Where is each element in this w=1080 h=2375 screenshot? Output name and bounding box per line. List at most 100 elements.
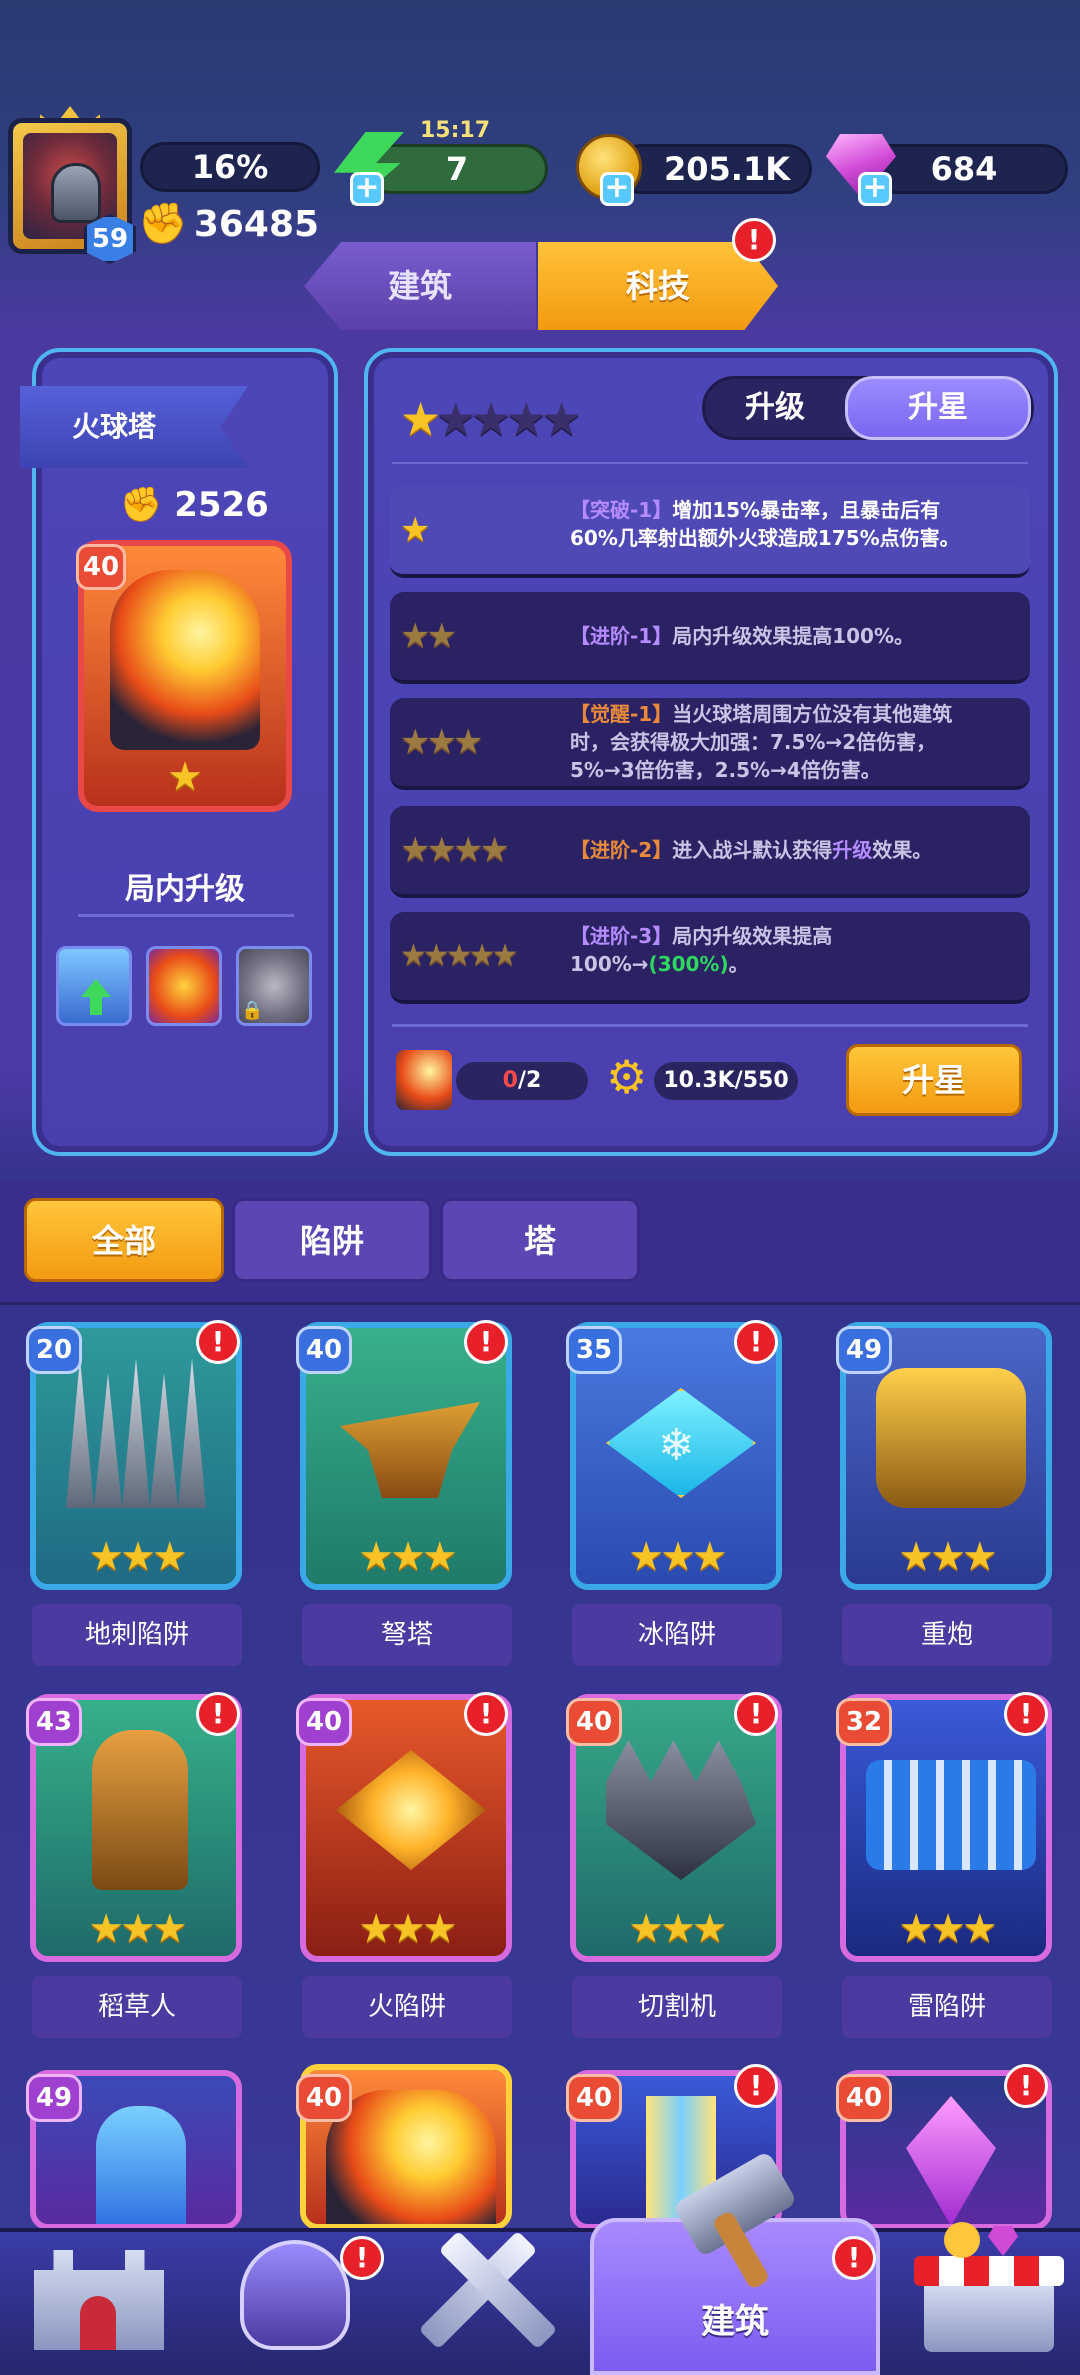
building-alert-badge: ! <box>734 1320 778 1364</box>
subtitle-divider <box>78 914 294 917</box>
building-alert-badge: ! <box>734 1692 778 1736</box>
filter-all[interactable]: 全部 <box>24 1198 224 1282</box>
nav-build-label: 建筑 <box>701 2302 769 2342</box>
ability-stars: ★★★ <box>400 722 483 762</box>
gem-value: 684 <box>930 150 998 188</box>
card-stars: ★★★ <box>628 1534 728 1580</box>
ability-stars: ★★★★ <box>400 830 510 870</box>
snowflake-icon: ❄ <box>658 1420 695 1471</box>
cannon-art <box>876 1368 1026 1508</box>
lock-icon: 🔒 <box>241 1000 264 1021</box>
fist-icon: ✊ <box>120 485 163 525</box>
shop-gem-icon <box>988 2226 1018 2256</box>
building-name: 稻草人 <box>32 1976 242 2038</box>
card-star-icon: ★ <box>167 754 203 800</box>
building-name: 火陷阱 <box>302 1976 512 2038</box>
tower-upgrade-icon[interactable] <box>56 946 132 1026</box>
building-alert-badge: ! <box>196 1320 240 1364</box>
nav-heroes[interactable] <box>220 2210 370 2360</box>
panel-divider <box>392 462 1028 464</box>
building-level-badge: 35 <box>566 1326 622 1374</box>
gear-icon: ⚙ <box>606 1050 648 1104</box>
energy-value: 7 <box>445 150 469 188</box>
card-stars: ★★★ <box>898 1906 998 1952</box>
upgrade-mode-toggle: 升级 升星 <box>702 376 1034 440</box>
building-level-badge: 40 <box>566 2074 622 2122</box>
thunder-trap-art <box>866 1760 1036 1870</box>
in-game-upgrade-title: 局内升级 <box>125 872 245 907</box>
ability-row: ★★★★★ 【进阶-3】局内升级效果提高 100%→(300%)。 <box>390 912 1030 1004</box>
filter-towers[interactable]: 塔 <box>440 1198 640 1282</box>
building-level-badge: 40 <box>76 544 126 590</box>
ability-stars: ★★ <box>400 616 457 656</box>
power-display: ✊ 36485 <box>138 200 319 248</box>
building-alert-badge: ! <box>464 1692 508 1736</box>
star-up-button[interactable]: 升星 <box>846 1044 1022 1116</box>
building-alert-badge: ! <box>734 2064 778 2108</box>
build-alert-badge: ! <box>832 2236 876 2280</box>
building-level-badge: 40 <box>296 2074 352 2122</box>
building-level-badge: 40 <box>296 1326 352 1374</box>
building-alert-badge: ! <box>464 1320 508 1364</box>
building-name: 雷陷阱 <box>842 1976 1052 2038</box>
card-stars: ★★★ <box>358 1906 458 1952</box>
shop-awning <box>914 2256 1064 2286</box>
card-stars: ★★★ <box>358 1534 458 1580</box>
card-stars: ★★★ <box>88 1906 188 1952</box>
card-stars: ★★★ <box>88 1534 188 1580</box>
power-value: 36485 <box>193 203 320 245</box>
building-level-badge: 49 <box>836 1326 892 1374</box>
building-name: 重炮 <box>842 1604 1052 1666</box>
building-name-ribbon: 火球塔 <box>20 386 248 468</box>
ability-row: ★★★ 【觉醒-1】当火球塔周围方位没有其他建筑 时，会获得极大加强：7.5%→… <box>390 698 1030 790</box>
locked-upgrade-icon[interactable]: 🔒 <box>236 946 312 1026</box>
star-empty-icon: ★★★★ <box>435 392 582 446</box>
knight-helmet-icon <box>51 163 101 223</box>
building-power-value: 2526 <box>174 485 269 525</box>
shard-progress: 0/2 <box>456 1062 588 1100</box>
filter-traps[interactable]: 陷阱 <box>232 1198 432 1282</box>
ability-stars: ★★★★★ <box>400 938 518 973</box>
ability-description: 【进阶-3】局内升级效果提高 100%→(300%)。 <box>570 924 833 976</box>
fireball-tower-art <box>110 570 260 750</box>
scarecrow-art <box>92 1730 188 1890</box>
energy-timer: 15:17 <box>420 118 491 143</box>
add-gem-button[interactable]: + <box>858 172 892 206</box>
gear-cost: 10.3K/550 <box>654 1062 798 1100</box>
ability-description: 【进阶-2】进入战斗默认获得升级效果。 <box>570 838 933 862</box>
nav-shop[interactable] <box>914 2210 1064 2360</box>
tech-alert-badge: ! <box>732 218 776 262</box>
filter-divider <box>0 1302 1080 1305</box>
ability-row: ★★★★ 【进阶-2】进入战斗默认获得升级效果。 <box>390 806 1030 898</box>
building-alert-badge: ! <box>1004 2064 1048 2108</box>
nav-build[interactable] <box>660 2150 810 2310</box>
ability-description: 【进阶-1】局内升级效果提高100%。 <box>570 624 915 648</box>
gold-pill[interactable]: 205.1K <box>616 144 812 194</box>
shop-coin-icon <box>944 2222 980 2258</box>
add-energy-button[interactable]: + <box>350 172 384 206</box>
ability-description: 【突破-1】增加15%暴击率，且暴击后有 60%几率射出额外火球造成175%点伤… <box>570 498 960 550</box>
add-gold-button[interactable]: + <box>600 172 634 206</box>
heroes-alert-badge: ! <box>340 2236 384 2280</box>
tab-building[interactable]: 建筑 <box>304 242 536 330</box>
building-level-badge: 40 <box>566 1698 622 1746</box>
fist-icon: ✊ <box>138 201 188 247</box>
star-rating: ★★★★★ <box>400 392 582 446</box>
helmet-icon <box>240 2240 350 2350</box>
building-level-badge: 20 <box>26 1326 82 1374</box>
card-stars: ★★★ <box>628 1906 728 1952</box>
card-stars: ★★★ <box>898 1534 998 1580</box>
toggle-upgrade[interactable]: 升级 <box>705 379 845 437</box>
building-level-badge: 32 <box>836 1698 892 1746</box>
ability-row: ★ 【突破-1】增加15%暴击率，且暴击后有 60%几率射出额外火球造成175%… <box>390 486 1030 578</box>
nav-castle[interactable] <box>24 2210 174 2360</box>
nav-battle[interactable] <box>414 2210 564 2360</box>
fire-burst-icon[interactable] <box>146 946 222 1026</box>
building-level-badge: 49 <box>26 2074 82 2122</box>
ability-description: 【觉醒-1】当火球塔周围方位没有其他建筑 时，会获得极大加强：7.5%→2倍伤害… <box>570 702 953 782</box>
toggle-star[interactable]: 升星 <box>845 376 1031 440</box>
xp-progress-text: 16% <box>191 148 269 186</box>
fireball-shard-icon <box>396 1050 452 1110</box>
ability-stars: ★ <box>400 510 430 550</box>
building-alert-badge: ! <box>196 1692 240 1736</box>
